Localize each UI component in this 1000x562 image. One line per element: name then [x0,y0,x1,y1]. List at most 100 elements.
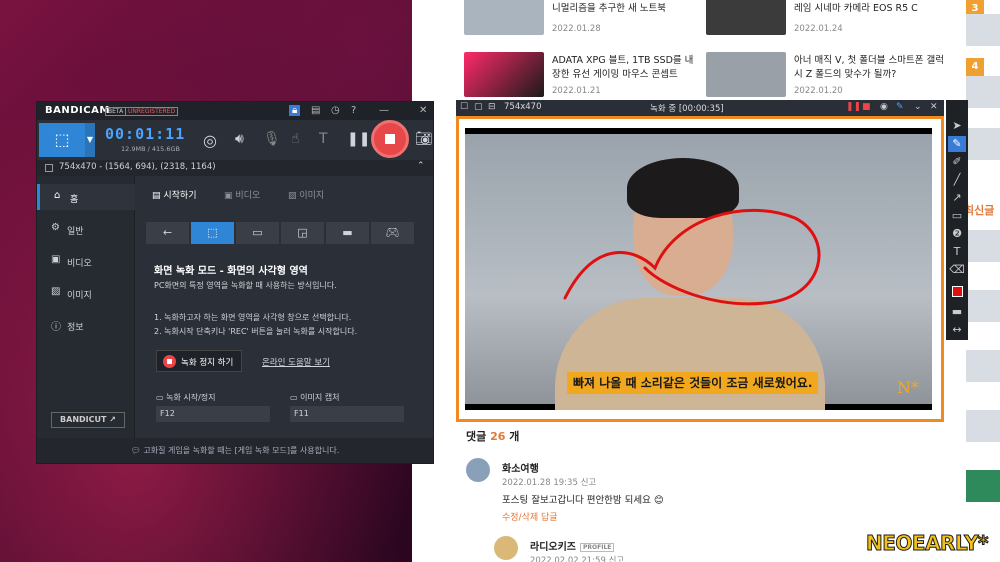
rectangle-mode-icon[interactable]: ⬚ [191,222,234,244]
recording-frame[interactable]: ☐ ▢ ⊟ 754x470 녹화 중 [00:00:35] ❚❚ ■ ◉ ✎ ⌄… [456,100,944,422]
rank-thumbnail[interactable] [966,350,1000,382]
news-title[interactable]: ADATA XPG 블트, 1TB SSD를 내장한 유선 게이밍 마우스 콘셉… [552,54,702,82]
minimize-icon[interactable]: — [379,105,389,116]
expand-toolbar-icon[interactable]: ↔ [948,322,966,338]
stroke-width-icon[interactable]: ▬ [948,304,966,320]
news-thumbnail [464,52,544,97]
stop-icon[interactable]: ■ [862,102,871,112]
comment-author[interactable]: 화소여행 [502,460,539,475]
hotkey-record-field[interactable]: F12 [156,406,270,422]
comment-actions[interactable]: 수정/삭제 답글 [502,510,558,523]
sidebar-item-video[interactable]: ▣ 비디오 [37,248,135,274]
color-swatch-icon[interactable] [948,286,966,302]
tab-get-started[interactable]: ▤ 시작하기 [152,188,197,201]
comment-author[interactable]: 라디오키즈 PROFILE [530,538,615,553]
rank-thumbnail[interactable] [966,128,1000,160]
hotkey-capture-field[interactable]: F11 [290,406,404,422]
rank-thumbnail[interactable] [966,14,1000,46]
sidebar-item-image[interactable]: ▨ 이미지 [37,280,135,306]
pen-tool-icon[interactable]: ✎ [948,136,966,152]
news-item[interactable]: 아너 매직 V, 첫 폴더블 스마트폰 갤럭시 Z 폴드의 맞수가 될까? 20… [706,52,951,100]
folder-icon[interactable]: ▤ [311,105,320,116]
tab-image[interactable]: ▨ 이미지 [288,188,324,201]
rank-thumbnail[interactable] [966,470,1000,502]
comments-count: 26 [490,430,506,443]
line-tool-icon[interactable]: ╱ [948,172,966,188]
around-mouse-mode-icon[interactable]: ◲ [281,222,324,244]
stop-recording-button[interactable] [371,120,409,158]
tab-video[interactable]: ▣ 비디오 [224,188,260,201]
news-title[interactable]: 아너 매직 V, 첫 폴더블 스마트폰 갤럭시 Z 폴드의 맞수가 될까? [794,54,944,82]
camera-icon[interactable]: 📷︎ [415,131,433,147]
fullscreen-mode-icon[interactable]: ▭ [236,222,279,244]
bandicut-button[interactable]: BANDICUT ↗ [51,412,125,428]
profile-badge: PROFILE [580,542,615,552]
tab-label: 비디오 [235,191,261,201]
rank-thumbnail[interactable] [966,230,1000,262]
number-tool-icon[interactable]: ❷ [948,226,966,242]
hotkey-capture-label: ▭ 이미지 캡처 [290,393,340,402]
close-icon[interactable]: ✕ [930,102,938,112]
text-tool-icon[interactable]: T [948,244,966,260]
avatar[interactable] [466,458,490,482]
region-checkbox[interactable] [45,164,53,172]
window-icon[interactable]: ⊟ [488,102,496,112]
beta-tag: BETA [105,107,127,116]
pen-icon[interactable]: ✎ [896,102,904,112]
eraser-tool-icon[interactable]: ⌫ [948,262,966,278]
arrow-tool-icon[interactable]: ↗ [948,190,966,206]
timer-icon[interactable]: ◷ [331,105,340,116]
lock-icon[interactable]: 🔒︎ [289,105,301,116]
chevron-down-icon[interactable]: ▼ [85,123,95,157]
screen-mode-button[interactable]: ⬚ [39,123,85,157]
mode-heading: 화면 녹화 모드 - 화면의 사각형 영역 [154,266,308,277]
comments-section: 댓글 26 개 화소여행 2022.01.28 19:35 신고 포스팅 잘보고… [466,428,946,562]
title-bar[interactable]: BANDICAM BETA UNREGISTERED 🔒︎ ▤ ◷ ? — ✕ [37,102,433,120]
cursor-tool-icon[interactable]: ➤ [948,118,966,134]
sidebar-item-general[interactable]: ⚙ 일반 [37,216,135,242]
news-thumbnail [706,0,786,35]
microphone-icon[interactable]: 🎙︎ [263,131,281,147]
instruction-step: 2. 녹화시작 단축키나 'REC' 버튼을 눌러 녹화를 시작합니다. [154,327,358,336]
online-help-link[interactable]: 온라인 도움말 보기 [262,356,330,368]
game-mode-icon[interactable]: 🎮︎ [371,222,414,244]
sidebar-item-info[interactable]: ⓘ 정보 [37,312,135,338]
chevron-down-icon[interactable]: ⌄ [914,102,922,112]
back-icon[interactable]: ← [146,222,189,244]
news-title[interactable]: 니멀리즘을 추구한 새 노트북 [552,2,702,16]
rectangle-tool-icon[interactable]: ▭ [948,208,966,224]
mouse-effect-icon[interactable]: ☝ [291,131,300,147]
fullscreen-icon[interactable]: ▢ [474,102,483,112]
recording-frame-toolbar[interactable]: ☐ ▢ ⊟ 754x470 녹화 중 [00:00:35] ❚❚ ■ ◉ ✎ ⌄… [456,100,944,116]
avatar[interactable] [494,536,518,560]
webcam-icon[interactable]: ◎ [203,131,217,150]
channel-logo: N* [897,378,919,397]
chevron-up-icon[interactable]: ⌃ [417,161,425,171]
rank-thumbnail[interactable] [966,290,1000,322]
camera-icon[interactable]: ◉ [880,102,888,112]
comments-suffix: 개 [509,430,520,443]
video-player[interactable]: 빠져 나올 때 소리같은 것들이 조금 새로웠어요. N* [465,128,932,410]
frame-size: 754x470 [504,102,542,112]
frame-menu-icon[interactable]: ☐ [460,102,468,112]
help-icon[interactable]: ? [351,105,356,116]
news-title[interactable]: 레임 시네마 카메라 EOS R5 C [794,2,944,16]
text-overlay-icon[interactable]: T [319,131,328,147]
rank-thumbnail[interactable] [966,76,1000,108]
close-icon[interactable]: ✕ [419,105,427,116]
highlighter-tool-icon[interactable]: ✐ [948,154,966,170]
rank-thumbnail[interactable] [966,410,1000,442]
pause-icon[interactable]: ❚❚ [846,102,861,112]
news-item[interactable]: 레임 시네마 카메라 EOS R5 C 2022.01.24 [706,0,951,38]
news-item[interactable]: ADATA XPG 블트, 1TB SSD를 내장한 유선 게이밍 마우스 콘셉… [464,52,709,100]
news-item[interactable]: 니멀리즘을 추구한 새 노트북 2022.01.28 [464,0,709,38]
stop-recording-text-button[interactable]: 녹화 정지 하기 [156,350,242,372]
sidebar-item-label: 비디오 [67,259,92,269]
speaker-icon[interactable]: 🔊︎ [235,131,244,147]
hotkey-record-label: ▭ 녹화 시작/정지 [156,393,216,402]
app-logo: BANDICAM [45,105,110,116]
pause-icon[interactable]: ❚❚ [347,131,370,147]
device-mode-icon[interactable]: ▬ [326,222,369,244]
tab-label: 이미지 [299,191,325,201]
sidebar-item-home[interactable]: ⌂ 홈 [37,184,135,210]
